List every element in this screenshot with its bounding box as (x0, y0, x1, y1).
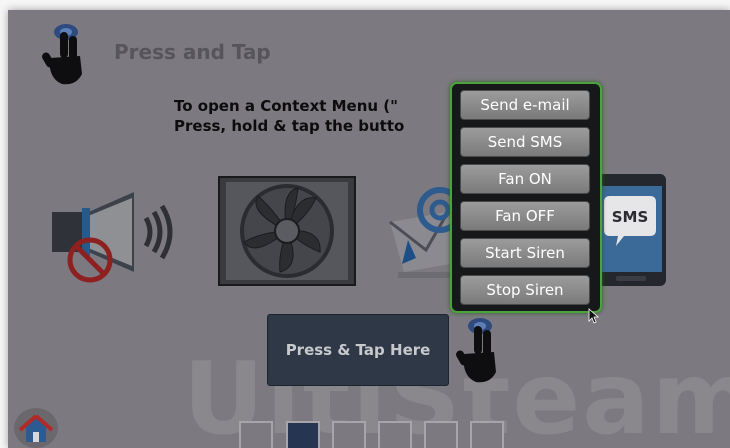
context-menu: Send e-mail Send SMS Fan ON Fan OFF Star… (450, 82, 602, 313)
page-indicator-5[interactable] (424, 421, 458, 448)
page-indicator-1[interactable] (239, 421, 273, 448)
instructions-text: To open a Context Menu (" Press, hold & … (174, 96, 404, 136)
page-indicator-3[interactable] (332, 421, 366, 448)
siren-speaker-icon (52, 192, 173, 283)
phone-sms-label: SMS (612, 208, 649, 226)
page-indicator-6[interactable] (470, 421, 504, 448)
instructions-line-2: Press, hold & tap the butto (174, 117, 405, 135)
menu-item-start-siren[interactable]: Start Siren (460, 238, 590, 268)
menu-item-send-email[interactable]: Send e-mail (460, 90, 590, 120)
touch-hand-icon (456, 318, 496, 383)
page-indicator-4[interactable] (378, 421, 412, 448)
phone-sms-icon: SMS (596, 174, 666, 286)
home-button[interactable] (14, 408, 58, 448)
dialog-screen: Press and Tap To open a Context Menu (" … (8, 10, 730, 448)
mouse-cursor-icon (588, 308, 600, 324)
instructions-line-1: To open a Context Menu (" (174, 97, 398, 115)
fan-icon (218, 176, 356, 286)
touch-hand-icon (42, 24, 82, 85)
home-icon (18, 414, 54, 442)
menu-item-send-sms[interactable]: Send SMS (460, 127, 590, 157)
press-and-tap-button[interactable]: Press & Tap Here (267, 314, 449, 386)
menu-item-stop-siren[interactable]: Stop Siren (460, 275, 590, 305)
page-indicator-2[interactable] (286, 421, 320, 448)
menu-item-fan-off[interactable]: Fan OFF (460, 201, 590, 231)
page-title: Press and Tap (114, 40, 271, 64)
menu-item-fan-on[interactable]: Fan ON (460, 164, 590, 194)
